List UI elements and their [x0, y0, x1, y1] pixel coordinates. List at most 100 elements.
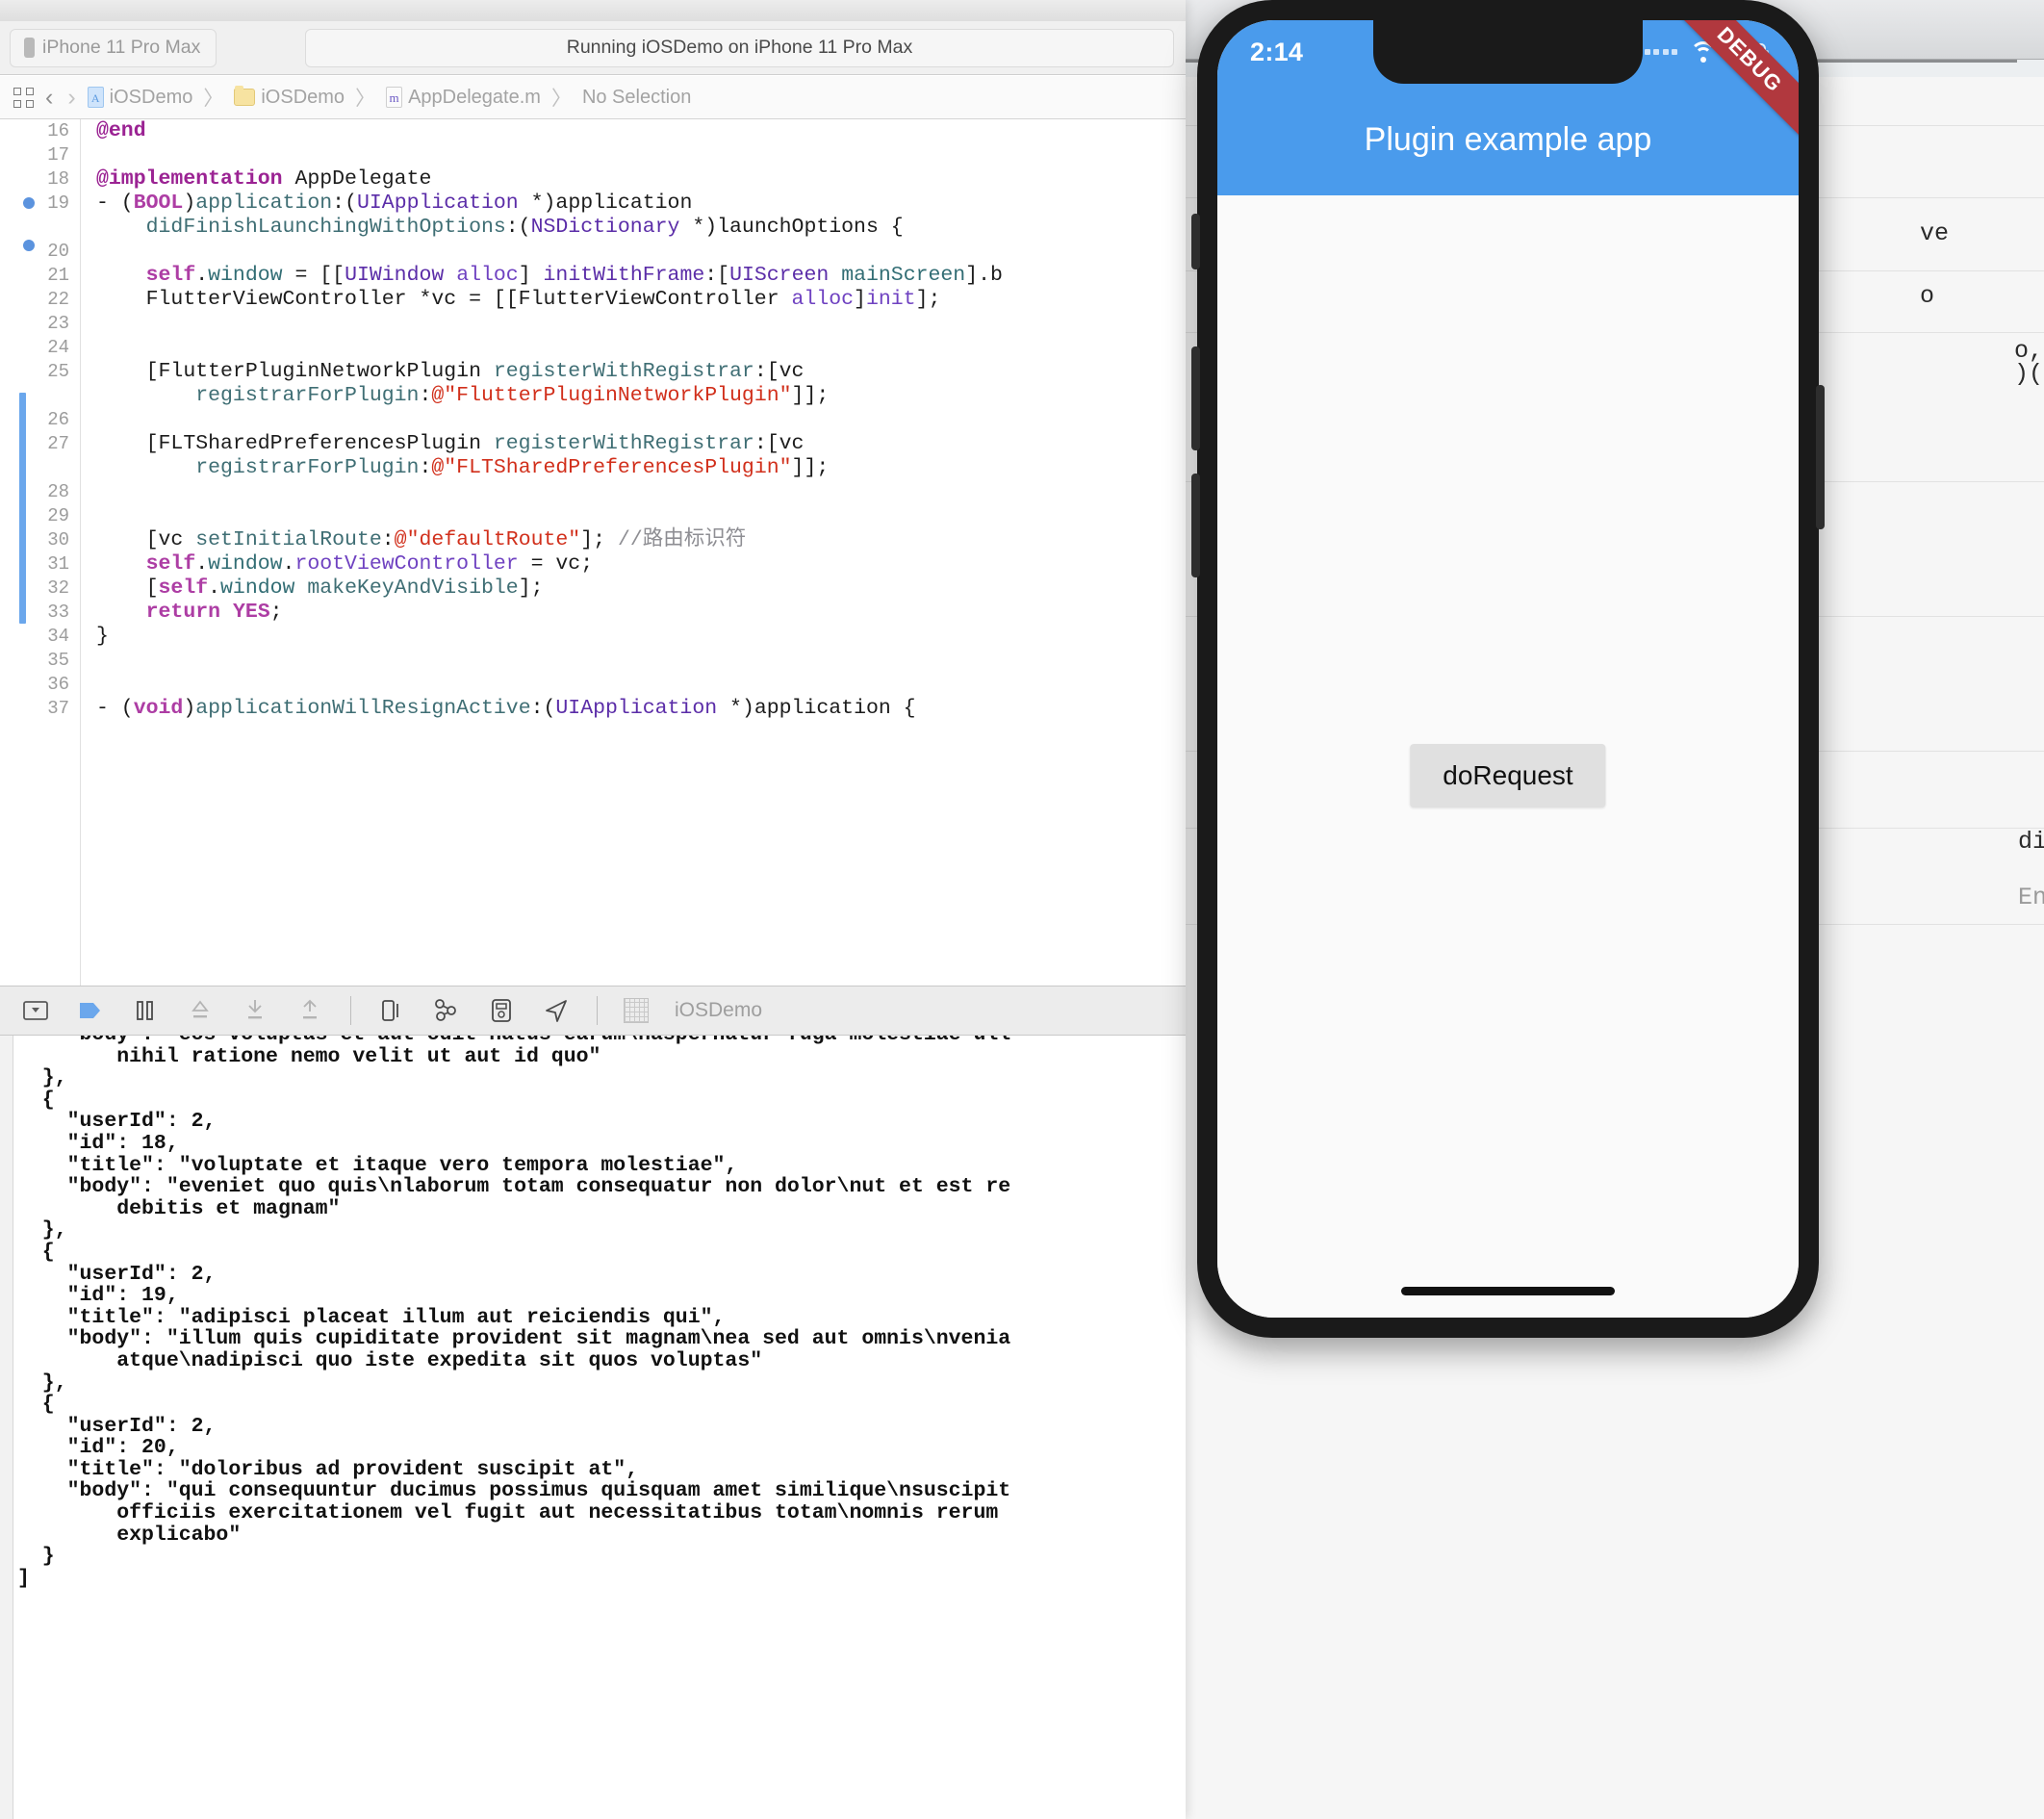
breadcrumb-selection-label[interactable]: No Selection: [582, 87, 691, 109]
step-over-icon[interactable]: [186, 996, 215, 1025]
breakpoint-marker-icon[interactable]: [23, 240, 35, 251]
silent-switch-button[interactable]: [1191, 214, 1200, 269]
console-line: "id": 18,: [17, 1131, 179, 1155]
continue-icon[interactable]: [76, 996, 105, 1025]
code-text: self.window = [[UIWindow alloc] initWith…: [145, 264, 1003, 287]
code-line[interactable]: 24: [0, 336, 1186, 360]
hide-debug-area-icon[interactable]: [21, 996, 50, 1025]
volume-up-button[interactable]: [1191, 346, 1200, 450]
code-line[interactable]: 19 - (BOOL)application:(UIApplication *)a…: [0, 192, 1186, 216]
code-line[interactable]: 37 - (void)applicationWillResignActive:(U…: [0, 697, 1186, 721]
console-line: "userId": 2,: [17, 1414, 217, 1438]
console-line: atque\nadipisci quo iste expedita sit qu…: [17, 1348, 763, 1372]
xcode-window[interactable]: iPhone 11 Pro Max Running iOSDemo on iPh…: [0, 0, 1186, 1819]
code-line[interactable]: 29: [0, 504, 1186, 528]
console-line: "title": "adipisci placeat illum aut rei…: [17, 1305, 726, 1329]
scheme-destination-chip[interactable]: iPhone 11 Pro Max: [10, 28, 217, 67]
simulate-location-icon[interactable]: [542, 996, 571, 1025]
memory-graph-icon[interactable]: [487, 996, 516, 1025]
code-line[interactable]: 27 [FLTSharedPreferencesPlugin registerW…: [0, 432, 1186, 456]
debug-bar-divider: [597, 996, 598, 1025]
code-line[interactable]: 34}: [0, 625, 1186, 649]
activity-status-view: Running iOSDemo on iPhone 11 Pro Max: [305, 28, 1174, 67]
console-line: {: [17, 1088, 55, 1112]
code-line[interactable]: 28: [0, 480, 1186, 504]
code-line[interactable]: 30 [vc setInitialRoute:@"defaultRoute"];…: [0, 528, 1186, 552]
forward-arrow-icon[interactable]: ›: [64, 85, 78, 110]
code-line[interactable]: 33 return YES;: [0, 601, 1186, 625]
code-line[interactable]: 35: [0, 649, 1186, 673]
home-indicator[interactable]: [1401, 1287, 1615, 1295]
line-number: 28: [47, 481, 69, 502]
code-line[interactable]: 36: [0, 673, 1186, 697]
xcode-titlebar: [0, 0, 1186, 21]
code-line[interactable]: 31 self.window.rootViewController = vc;: [0, 552, 1186, 576]
breadcrumb-folder[interactable]: iOSDemo: [234, 86, 345, 109]
app-body: doRequest: [1217, 195, 1799, 1318]
line-number: 36: [47, 674, 69, 695]
console-line: ]: [17, 1566, 30, 1590]
cellular-signal-icon: [1644, 49, 1677, 55]
device-notch: [1373, 20, 1643, 84]
console-line: officiis exercitationem vel fugit aut ne…: [17, 1501, 999, 1525]
code-text: [FlutterPluginNetworkPlugin registerWith…: [96, 360, 805, 383]
source-editor[interactable]: 16 @end 17 18 @implementation AppDelegate 19 -…: [0, 119, 1186, 986]
console-line: {: [17, 1240, 55, 1264]
console-line: "body": "qui consequuntur ducimus possim…: [17, 1479, 1011, 1503]
code-line[interactable]: 17: [0, 143, 1186, 167]
console-line: },: [17, 1066, 67, 1090]
jump-bar[interactable]: ‹ › iOSDemo 〉 iOSDemo 〉 AppDelegate.m 〉 …: [0, 76, 1186, 119]
line-number: 32: [47, 577, 69, 599]
pause-icon[interactable]: [131, 996, 160, 1025]
code-line[interactable]: 32 [self.window makeKeyAndVisible];: [0, 576, 1186, 601]
xcode-toolbar[interactable]: iPhone 11 Pro Max Running iOSDemo on iPh…: [0, 21, 1186, 75]
code-line[interactable]: 16 @end: [0, 119, 1186, 143]
background-text-fragment: di: [2018, 828, 2044, 856]
ios-simulator-device[interactable]: 2:14 Plugin example app DEBUG doRequest: [1191, 0, 1825, 1338]
do-request-button[interactable]: doRequest: [1410, 744, 1606, 807]
view-debugging-icon[interactable]: [377, 996, 406, 1025]
code-line[interactable]: registrarForPlugin:@"FLTSharedPreference…: [0, 456, 1186, 480]
console-line: "body": "eveniet quo quis\nlaborum totam…: [17, 1175, 1011, 1199]
line-number: 35: [47, 650, 69, 671]
console-line: "userId": 2,: [17, 1262, 217, 1286]
code-line[interactable]: 25 [FlutterPluginNetworkPlugin registerW…: [0, 360, 1186, 384]
breadcrumb-project[interactable]: iOSDemo: [87, 87, 192, 109]
line-number: 22: [47, 289, 69, 310]
console-lines: "body": "eos voluptas et aut odit natus …: [17, 1036, 1010, 1589]
volume-down-button[interactable]: [1191, 474, 1200, 577]
breakpoint-marker-icon[interactable]: [23, 197, 35, 209]
background-text-fragment: En: [2018, 884, 2044, 911]
view-hierarchy-icon[interactable]: [432, 996, 461, 1025]
debug-process-label: iOSDemo: [675, 999, 763, 1021]
simulator-screen[interactable]: 2:14 Plugin example app DEBUG doRequest: [1217, 20, 1799, 1318]
code-text: [FLTSharedPreferencesPlugin registerWith…: [96, 432, 805, 455]
breadcrumb-file-label: AppDelegate.m: [408, 86, 541, 108]
code-line[interactable]: 20: [0, 240, 1186, 264]
code-line[interactable]: 23: [0, 312, 1186, 336]
back-arrow-icon[interactable]: ‹: [42, 85, 56, 110]
process-grid-icon[interactable]: [624, 998, 649, 1023]
code-line[interactable]: 18 @implementation AppDelegate: [0, 167, 1186, 192]
code-line[interactable]: registrarForPlugin:@"FlutterPluginNetwor…: [0, 384, 1186, 408]
step-into-icon[interactable]: [241, 996, 269, 1025]
code-line[interactable]: didFinishLaunchingWithOptions:(NSDiction…: [0, 216, 1186, 240]
related-items-icon[interactable]: [13, 87, 34, 108]
breadcrumb-separator-icon: 〉: [355, 88, 376, 110]
code-line[interactable]: 21 self.window = [[UIWindow alloc] initW…: [0, 264, 1186, 288]
breadcrumb-file[interactable]: AppDelegate.m: [386, 87, 541, 109]
breadcrumb-folder-label: iOSDemo: [261, 86, 345, 108]
code-line[interactable]: 22 FlutterViewController *vc = [[Flutter…: [0, 288, 1186, 312]
line-number: 21: [47, 265, 69, 286]
console-output[interactable]: "body": "eos voluptas et aut odit natus …: [0, 1036, 1186, 1819]
code-text: didFinishLaunchingWithOptions:(NSDiction…: [145, 216, 904, 239]
side-power-button[interactable]: [1816, 385, 1825, 529]
scheme-destination-label: iPhone 11 Pro Max: [42, 37, 201, 58]
line-number: 25: [47, 361, 69, 382]
line-number: 20: [47, 241, 69, 262]
code-text: [vc setInitialRoute:@"defaultRoute"]; //…: [96, 528, 747, 551]
line-number: 16: [47, 120, 69, 141]
step-out-icon[interactable]: [295, 996, 324, 1025]
debug-bar[interactable]: iOSDemo: [0, 986, 1186, 1036]
code-line[interactable]: 26: [0, 408, 1186, 432]
